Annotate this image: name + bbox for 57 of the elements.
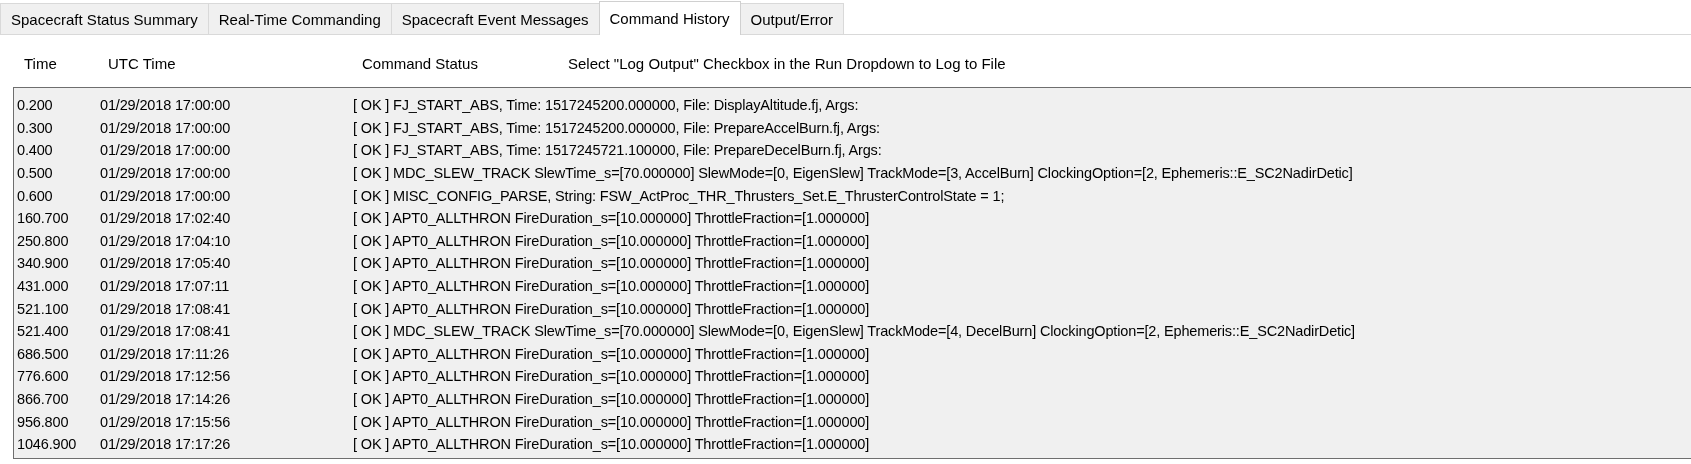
log-cell-text: 160.700 (17, 210, 70, 227)
log-cell-text: 01/29/2018 17:00:00 (100, 187, 232, 204)
log-cell-text: 01/29/2018 17:11:26 (100, 345, 231, 362)
log-cell-text: 01/29/2018 17:02:40 (100, 210, 232, 227)
log-cell-text: 521.400 (17, 323, 70, 340)
log-cell-text: [ OK ] APT0_ALLTHRON FireDuration_s=[10.000000] ThrottleFraction=[1.000000] (353, 210, 871, 227)
log-cell-text: 01/29/2018 17:00:00 (100, 119, 232, 136)
log-cell-text: 521.100 (17, 300, 70, 317)
log-cell-text: 431.000 (17, 278, 70, 295)
tab[interactable]: Spacecraft Event Messages (390, 3, 600, 34)
log-cell-text: [ OK ] MDC_SLEW_TRACK SlewTime_s=[70.000000] SlewMode=[0, EigenSlew] TrackMode=[4, DecelBurn] ClockingOption=[2, Ephemeris::E_SC2NadirDetic] (353, 323, 1356, 340)
tab[interactable]: Spacecraft Status Summary (0, 3, 209, 34)
tab[interactable]: Real-Time Commanding (207, 3, 392, 34)
log-cell-text: [ OK ] APT0_ALLTHRON FireDuration_s=[10.000000] ThrottleFraction=[1.000000] (353, 232, 871, 249)
log-cell-text: 01/29/2018 17:00:00 (100, 165, 232, 182)
log-cell-text: 01/29/2018 17:04:10 (100, 232, 232, 249)
log-cell-text: 01/29/2018 17:15:56 (100, 413, 232, 430)
column-header: UTC Time (108, 55, 177, 74)
log-cell-text: 01/29/2018 17:00:00 (100, 142, 232, 159)
log-cell-text: [ OK ] APT0_ALLTHRON FireDuration_s=[10.000000] ThrottleFraction=[1.000000] (353, 300, 871, 317)
log-cell-text: [ OK ] FJ_START_ABS, Time: 1517245200.000000, File: DisplayAltitude.fj, Args: (353, 97, 860, 114)
log-cell-text: 01/29/2018 17:17:26 (100, 436, 232, 453)
log-cell-text: 0.400 (17, 142, 54, 159)
log-cell-text: 0.600 (17, 187, 54, 204)
log-cell-text: [ OK ] FJ_START_ABS, Time: 1517245200.000000, File: PrepareAccelBurn.fj, Args: (353, 119, 881, 136)
log-cell-text: 340.900 (17, 255, 70, 272)
log-cell-text: 0.300 (17, 119, 54, 136)
log-cell-text: [ OK ] MDC_SLEW_TRACK SlewTime_s=[70.000000] SlewMode=[0, EigenSlew] TrackMode=[3, AccelBurn] ClockingOption=[2, Ephemeris::E_SC2NadirDetic] (353, 165, 1354, 182)
log-cell-text: 686.500 (17, 345, 70, 362)
log-cell-text: 0.500 (17, 165, 54, 182)
log-cell-text: 0.200 (17, 97, 54, 114)
log-cell-text: [ OK ] MISC_CONFIG_PARSE, String: FSW_ActProc_THR_Thrusters_Set.E_ThrusterControlState = 1; (353, 187, 1006, 204)
log-cell-text: 01/29/2018 17:00:00 (100, 97, 232, 114)
log-cell-text: [ OK ] FJ_START_ABS, Time: 1517245721.100000, File: PrepareDecelBurn.fj, Args: (353, 142, 883, 159)
log-cell-text: 250.800 (17, 232, 70, 249)
log-cell-text: 01/29/2018 17:14:26 (100, 391, 232, 407)
log-cell-text: [ OK ] APT0_ALLTHRON FireDuration_s=[10.000000] ThrottleFraction=[1.000000] (353, 345, 871, 362)
log-cell-text: 1046.900 (17, 436, 78, 453)
column-header: Command Status (362, 55, 479, 74)
log-cell-text: 01/29/2018 17:12:56 (100, 368, 232, 385)
log-cell-text: 01/29/2018 17:08:41 (100, 300, 232, 317)
log-cell-text: [ OK ] APT0_ALLTHRON FireDuration_s=[10.000000] ThrottleFraction=[1.000000] (353, 255, 871, 272)
log-cell-text: 01/29/2018 17:05:40 (100, 255, 232, 272)
log-cell-text: 866.700 (17, 391, 70, 407)
log-hint-text: Select "Log Output" Checkbox in the Run Dropdown to Log to File (568, 55, 1007, 74)
tab[interactable]: Output/Error (739, 3, 845, 34)
log-cell-text: [ OK ] APT0_ALLTHRON FireDuration_s=[10.000000] ThrottleFraction=[1.000000] (353, 436, 871, 453)
tab[interactable]: Command History (598, 1, 741, 35)
log-cell-text: [ OK ] APT0_ALLTHRON FireDuration_s=[10.000000] ThrottleFraction=[1.000000] (353, 368, 871, 385)
log-cell-text: 956.800 (17, 413, 70, 430)
log-cell-text: 01/29/2018 17:07:11 (100, 278, 231, 295)
log-cell-text: [ OK ] APT0_ALLTHRON FireDuration_s=[10.000000] ThrottleFraction=[1.000000] (353, 278, 871, 295)
log-cell-text: [ OK ] APT0_ALLTHRON FireDuration_s=[10.000000] ThrottleFraction=[1.000000] (353, 391, 871, 407)
log-cell-text: 776.600 (17, 368, 70, 385)
log-cell-text: 01/29/2018 17:08:41 (100, 323, 232, 340)
log-cell-text: [ OK ] APT0_ALLTHRON FireDuration_s=[10.000000] ThrottleFraction=[1.000000] (353, 413, 871, 430)
column-header: Time (24, 55, 58, 74)
